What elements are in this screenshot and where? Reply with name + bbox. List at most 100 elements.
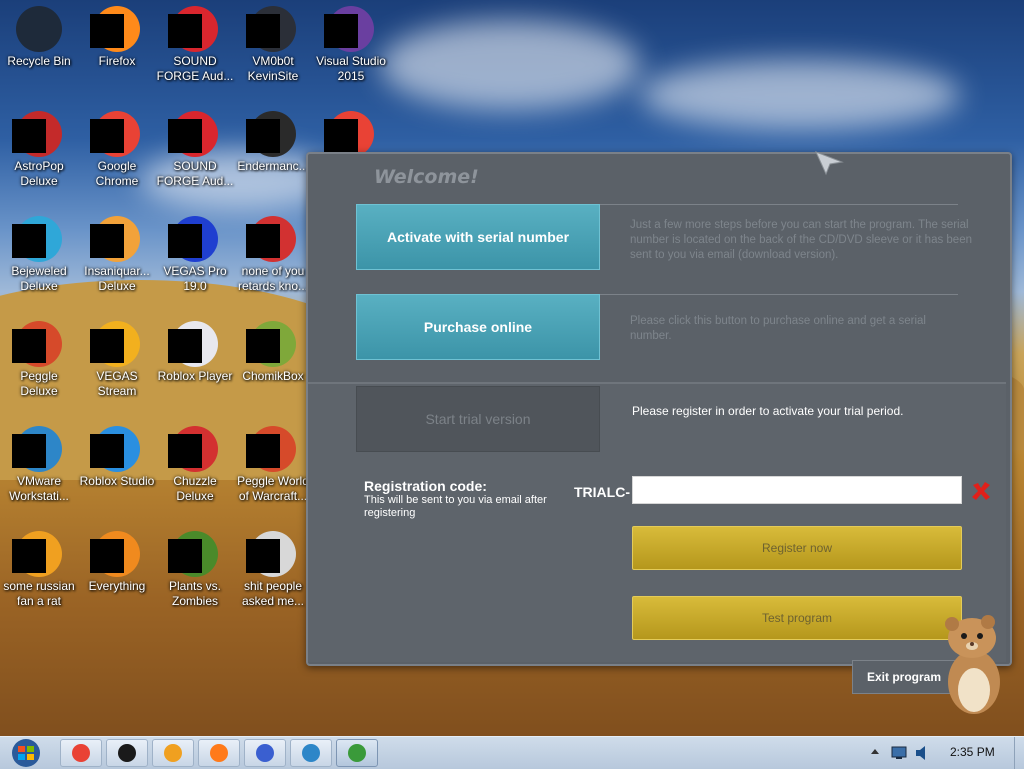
show-hidden-icons-icon[interactable] xyxy=(870,746,880,758)
desktop-icon-label: Visual Studio 2015 xyxy=(316,54,386,83)
desktop-icon-label: SOUND FORGE Aud... xyxy=(156,159,234,188)
activation-dialog: Welcome! Activate with serial number Jus… xyxy=(306,151,1012,666)
chrome-icon xyxy=(72,744,90,762)
taskbar-media-player-button[interactable] xyxy=(152,739,194,767)
desktop-icon-label: Peggle World of Warcraft... xyxy=(237,474,309,503)
desktop-icon-label: VM0b0t KevinSite xyxy=(247,54,299,83)
desktop-icon-sound-forge[interactable]: SOUND FORGE Aud... xyxy=(156,6,234,84)
test-program-button[interactable]: Test program xyxy=(632,596,962,640)
vegas-stream-icon xyxy=(90,321,140,367)
registration-code-label: Registration code: xyxy=(364,478,487,494)
vmware-icon xyxy=(12,426,62,472)
media-player-icon xyxy=(164,744,182,762)
sound-forge-icon xyxy=(168,111,218,157)
vegas-pro-icon xyxy=(168,216,218,262)
start-button-icon[interactable] xyxy=(6,738,46,768)
pvz-icon xyxy=(168,531,218,577)
desktop-icon-vm0b0t[interactable]: VM0b0t KevinSite xyxy=(234,6,312,84)
desktop-icon-chrome[interactable]: Google Chrome xyxy=(78,111,156,189)
desktop-icon-none[interactable]: none of you retards kno... xyxy=(234,216,312,294)
desktop-icon-label: Chuzzle Deluxe xyxy=(173,474,217,503)
desktop-icon-folder[interactable]: shit people asked me... xyxy=(234,531,312,609)
trial-code-prefix: TRIALC- xyxy=(574,484,630,500)
desktop-icon-label: Firefox xyxy=(98,54,136,68)
chuzzle-icon xyxy=(168,426,218,472)
folder-icon xyxy=(246,531,296,577)
hamster-mascot-icon xyxy=(945,615,1000,714)
desktop-icon-label: VMware Workstati... xyxy=(9,474,69,503)
desktop-icon-label: AstroPop Deluxe xyxy=(14,159,64,188)
desktop-icon-label: Google Chrome xyxy=(95,159,139,188)
trial-panel: Start trial version Please register in o… xyxy=(308,382,1006,662)
taskbar-firefox-button[interactable] xyxy=(198,739,240,767)
register-now-button[interactable]: Register now xyxy=(632,526,962,570)
insaniquarium-icon xyxy=(90,216,140,262)
vm0b0t-icon xyxy=(256,744,274,762)
desktop-icon-label: Peggle Deluxe xyxy=(20,369,58,398)
desktop-icon-firefox[interactable]: Firefox xyxy=(78,6,156,69)
desktop-icon-astropop[interactable]: AstroPop Deluxe xyxy=(0,111,78,189)
start-trial-button[interactable]: Start trial version xyxy=(356,386,600,452)
taskbar-installer-button[interactable] xyxy=(336,739,378,767)
clock[interactable]: 2:35 PM xyxy=(950,745,995,759)
astropop-icon xyxy=(12,111,62,157)
activate-description: Just a few more steps before you can sta… xyxy=(630,219,972,261)
desktop-icon-roblox[interactable]: Roblox Player xyxy=(156,321,234,384)
desktop-icon-vegas-pro[interactable]: VEGAS Pro 19.0 xyxy=(156,216,234,294)
purchase-description: Please click this button to purchase onl… xyxy=(630,315,926,342)
desktop-icon-label: none of you retards kno... xyxy=(237,264,309,293)
recycle-bin-icon xyxy=(16,6,62,52)
purchase-online-button[interactable]: Purchase online xyxy=(356,294,600,360)
desktop-icon-label: ChomikBox xyxy=(242,369,304,383)
clear-code-icon[interactable] xyxy=(970,480,992,502)
desktop-icon-peggle-wow[interactable]: Peggle World of Warcraft... xyxy=(234,426,312,504)
desktop-icon-label: some russian fan a rat xyxy=(3,579,75,608)
firefox-icon xyxy=(90,6,140,52)
activate-serial-button[interactable]: Activate with serial number xyxy=(356,204,600,270)
taskbar: 2:35 PM xyxy=(0,736,1024,769)
desktop-icon-visual-studio[interactable]: Visual Studio 2015 xyxy=(312,6,390,84)
desktop-icon-sound-forge[interactable]: SOUND FORGE Aud... xyxy=(156,111,234,189)
desktop-icon-vmware[interactable]: VMware Workstati... xyxy=(0,426,78,504)
network-icon[interactable] xyxy=(890,745,908,761)
show-desktop-button[interactable] xyxy=(1014,737,1024,769)
taskbar-vm0b0t-button[interactable] xyxy=(244,739,286,767)
sound-forge-icon xyxy=(168,6,218,52)
taskbar-chrome-button[interactable] xyxy=(60,739,102,767)
chomikbox-icon xyxy=(246,321,296,367)
cursor-arrow-icon xyxy=(815,151,844,176)
desktop-icon-chomikbox[interactable]: ChomikBox xyxy=(234,321,312,384)
roblox-icon xyxy=(168,321,218,367)
russian-icon xyxy=(12,531,62,577)
desktop-icon-insaniquarium[interactable]: Insaniquar... Deluxe xyxy=(78,216,156,294)
roblox-studio-icon xyxy=(90,426,140,472)
registration-code-input[interactable] xyxy=(632,476,962,504)
desktop-icon-label: Plants vs. Zombies xyxy=(168,579,222,608)
installer-icon xyxy=(348,744,366,762)
desktop-icon-label: Endermanc... xyxy=(237,159,309,173)
desktop-icon-chuzzle[interactable]: Chuzzle Deluxe xyxy=(156,426,234,504)
desktop-icon-label: VEGAS Pro 19.0 xyxy=(163,264,227,293)
desktop-icon-roblox-studio[interactable]: Roblox Studio xyxy=(78,426,156,489)
peggle-icon xyxy=(12,321,62,367)
welcome-title: Welcome! xyxy=(374,166,479,188)
registration-code-note: This will be sent to you via email after… xyxy=(364,494,547,519)
volume-icon[interactable] xyxy=(914,744,930,762)
vmware-icon xyxy=(302,744,320,762)
desktop-icon-label: Bejeweled Deluxe xyxy=(11,264,67,293)
bejeweled-icon xyxy=(12,216,62,262)
desktop-icon-label: Roblox Studio xyxy=(79,474,155,488)
desktop-icon-peggle[interactable]: Peggle Deluxe xyxy=(0,321,78,399)
taskbar-vmware-button[interactable] xyxy=(290,739,332,767)
desktop-icon-russian[interactable]: some russian fan a rat xyxy=(0,531,78,609)
desktop-icon-vegas-stream[interactable]: VEGAS Stream xyxy=(78,321,156,399)
desktop-icon-bejeweled[interactable]: Bejeweled Deluxe xyxy=(0,216,78,294)
desktop-icon-pvz[interactable]: Plants vs. Zombies xyxy=(156,531,234,609)
desktop-icon-endermanch[interactable]: Endermanc... xyxy=(234,111,312,174)
taskbar-terminal-button[interactable] xyxy=(106,739,148,767)
desktop-icon-everything[interactable]: Everything xyxy=(78,531,156,594)
desktop-icon-label: Everything xyxy=(88,579,146,593)
desktop-icon-recycle-bin[interactable]: Recycle Bin xyxy=(0,6,78,69)
desktop-icon-label: Insaniquar... Deluxe xyxy=(84,264,150,293)
desktop-icon-label: Recycle Bin xyxy=(7,54,71,68)
